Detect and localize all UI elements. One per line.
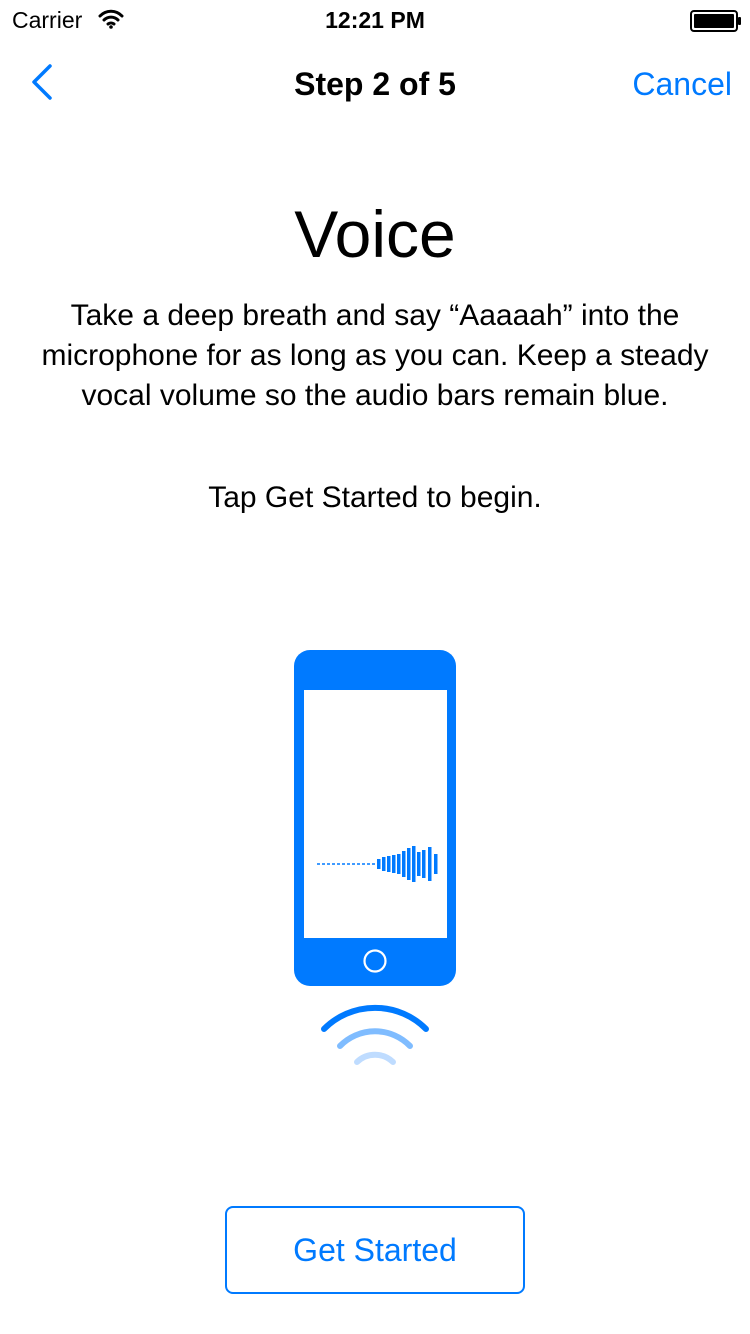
- cancel-button[interactable]: Cancel: [632, 64, 732, 104]
- status-bar: Carrier 12:21 PM: [0, 0, 750, 40]
- get-started-button[interactable]: Get Started: [225, 1206, 525, 1294]
- navigation-bar: Step 2 of 5 Cancel: [0, 40, 750, 128]
- sound-waves-icon: [321, 1004, 429, 1065]
- instructions-text: Take a deep breath and say “Aaaaah” into…: [41, 299, 709, 412]
- status-time: 12:21 PM: [325, 7, 425, 33]
- page-title: Voice: [294, 197, 456, 271]
- battery-icon: [690, 10, 741, 32]
- voice-illustration: [294, 650, 456, 1065]
- phone-icon: [294, 650, 456, 986]
- tap-to-begin-text: Tap Get Started to begin.: [208, 481, 542, 514]
